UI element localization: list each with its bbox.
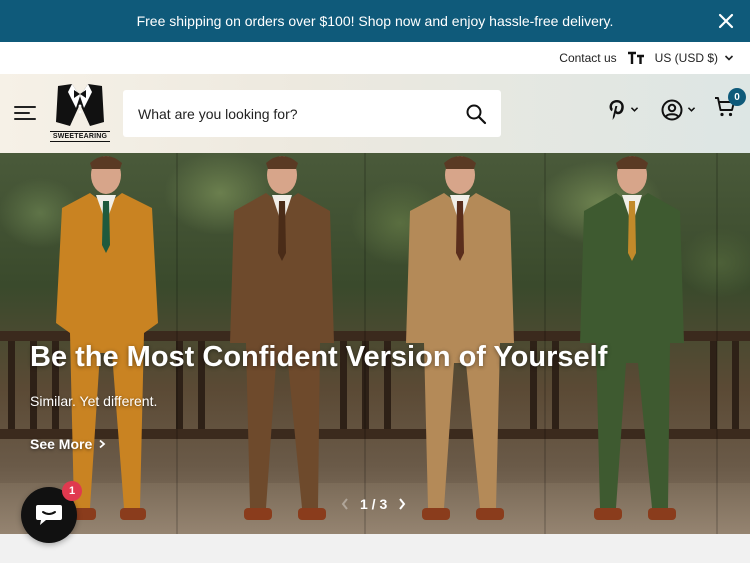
chevron-down-icon: [630, 107, 639, 112]
header-icons: 0: [608, 88, 746, 123]
utility-bar: Contact us US (USD $): [0, 42, 750, 74]
chevron-right-icon[interactable]: [397, 497, 407, 511]
announcement-text: Free shipping on orders over $100! Shop …: [136, 13, 614, 29]
site-logo[interactable]: SWEETEARING: [50, 82, 110, 144]
hero-title: Be the Most Confident Version of Yoursel…: [30, 341, 608, 373]
currency-selector[interactable]: US (USD $): [655, 51, 734, 65]
hero-banner: Be the Most Confident Version of Yoursel…: [0, 153, 750, 534]
logo-text: SWEETEARING: [50, 131, 110, 142]
pinterest-icon: [609, 99, 624, 120]
text-size-icon[interactable]: [627, 51, 645, 65]
tuxedo-logo-icon: [56, 84, 104, 126]
search-input[interactable]: [138, 105, 448, 122]
chevron-down-icon: [724, 55, 734, 61]
pinterest-menu[interactable]: [608, 99, 639, 121]
chat-notification-badge: 1: [62, 481, 82, 501]
currency-label: US (USD $): [654, 51, 718, 65]
chat-bubble-icon: [36, 505, 62, 525]
cart-count-badge: 0: [728, 88, 746, 106]
announcement-bar: Free shipping on orders over $100! Shop …: [0, 0, 750, 42]
slide-counter: 1 / 3: [360, 496, 388, 512]
account-icon: [661, 99, 683, 120]
search-icon[interactable]: [465, 103, 487, 125]
menu-button[interactable]: [14, 103, 38, 123]
see-more-link[interactable]: See More: [30, 436, 106, 452]
search-bar[interactable]: [123, 90, 501, 137]
chevron-right-icon: [99, 439, 106, 449]
site-header: SWEETEARING What are you looking for? 0: [0, 74, 750, 153]
contact-link[interactable]: Contact us: [559, 51, 616, 65]
chevron-down-icon: [687, 107, 696, 112]
chevron-left-icon[interactable]: [340, 497, 350, 511]
hero-subtitle: Similar. Yet different.: [30, 393, 158, 409]
close-icon[interactable]: [716, 11, 736, 31]
slideshow-pager: 1 / 3: [340, 496, 407, 512]
see-more-label: See More: [30, 436, 93, 452]
page-content-strip: [0, 534, 750, 563]
account-menu[interactable]: [661, 99, 696, 121]
cart-button[interactable]: 0: [714, 88, 746, 123]
